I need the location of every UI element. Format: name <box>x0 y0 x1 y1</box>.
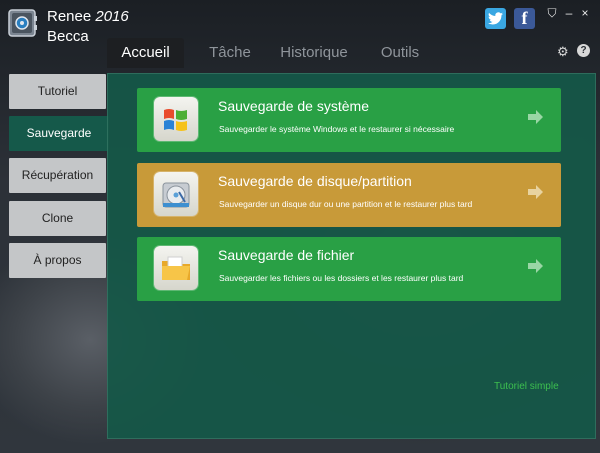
sidebar-item-a-propos[interactable]: À propos <box>9 243 106 278</box>
tab-historique[interactable]: Historique <box>276 38 352 68</box>
card-description: Sauvegarder le système Windows et le res… <box>219 124 455 134</box>
sidebar-item-tutoriel[interactable]: Tutoriel <box>9 74 106 109</box>
tab-outils[interactable]: Outils <box>372 38 428 68</box>
skin-icon[interactable]: ⛉ <box>545 6 559 21</box>
sidebar-item-sauvegarde[interactable]: Sauvegarde <box>9 116 109 151</box>
tab-accueil[interactable]: Accueil <box>107 38 184 68</box>
arrow-right-icon <box>528 259 543 273</box>
app-title: Renee 2016 <box>47 8 129 25</box>
gear-icon[interactable]: ⚙ <box>557 44 569 60</box>
twitter-icon[interactable] <box>485 8 506 29</box>
safe-logo-icon <box>8 9 37 37</box>
facebook-icon[interactable]: f <box>514 8 535 29</box>
minimize-button[interactable]: – <box>562 6 576 20</box>
app-year: 2016 <box>95 8 129 25</box>
file-backup-card[interactable]: Sauvegarde de fichier Sauvegarder les fi… <box>137 237 561 301</box>
system-backup-card[interactable]: Sauvegarde de système Sauvegarder le sys… <box>137 88 561 152</box>
app-subtitle: Becca <box>47 28 89 45</box>
card-title: Sauvegarde de disque/partition <box>218 173 412 189</box>
sidebar-item-clone[interactable]: Clone <box>9 201 106 236</box>
card-description: Sauvegarder les fichiers ou les dossiers… <box>219 273 464 283</box>
folder-icon <box>154 246 198 290</box>
sidebar-item-recuperation[interactable]: Récupération <box>9 158 106 193</box>
disk-partition-backup-card[interactable]: Sauvegarde de disque/partition Sauvegard… <box>137 163 561 227</box>
tab-tache[interactable]: Tâche <box>200 38 260 68</box>
card-description: Sauvegarder un disque dur ou une partiti… <box>219 199 473 209</box>
arrow-right-icon <box>528 185 543 199</box>
windows-icon <box>154 97 198 141</box>
simple-tutorial-link[interactable]: Tutoriel simple <box>494 381 559 392</box>
card-title: Sauvegarde de fichier <box>218 247 355 263</box>
app-name: Renee <box>47 8 92 25</box>
arrow-right-icon <box>528 110 543 124</box>
help-icon[interactable]: ? <box>577 44 590 57</box>
close-button[interactable]: × <box>578 6 592 20</box>
hard-disk-icon <box>154 172 198 216</box>
card-title: Sauvegarde de système <box>218 98 369 114</box>
